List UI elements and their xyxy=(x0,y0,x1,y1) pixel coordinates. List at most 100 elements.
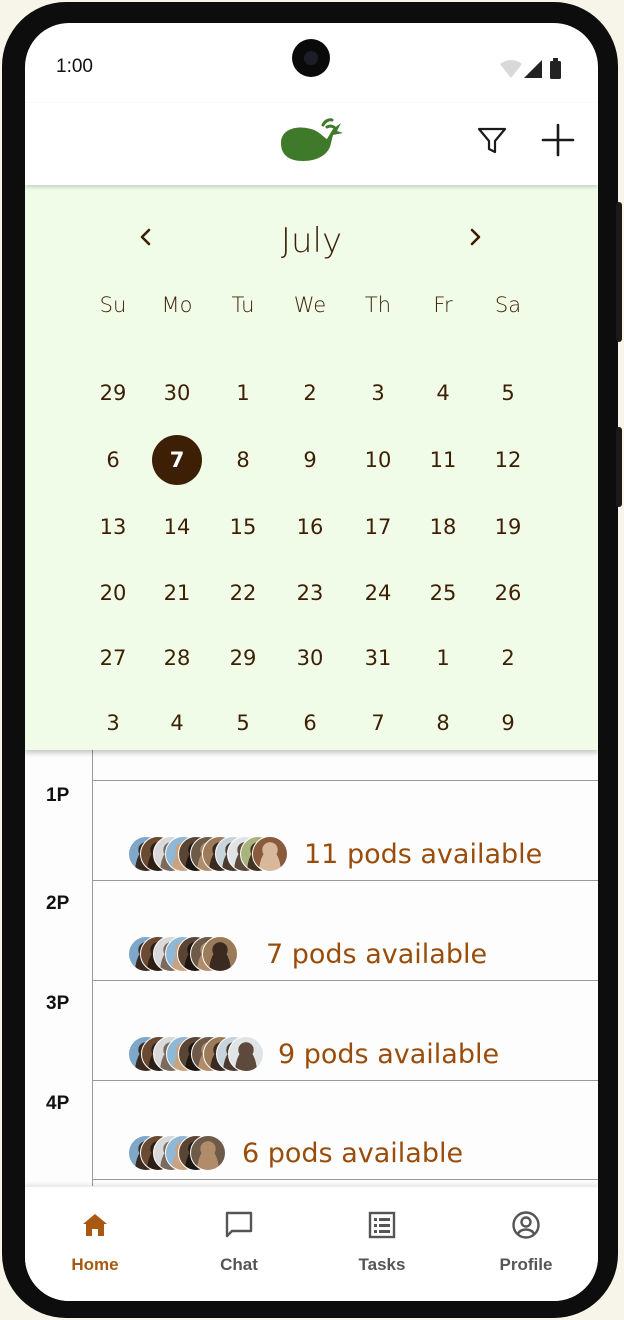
calendar-day[interactable]: 8 xyxy=(218,435,268,485)
calendar-day[interactable]: 5 xyxy=(218,698,268,748)
plus-icon[interactable] xyxy=(539,121,577,159)
next-month-button[interactable] xyxy=(459,221,491,253)
profile-icon xyxy=(512,1211,540,1239)
calendar-day[interactable]: 4 xyxy=(418,368,468,418)
calendar-day[interactable]: 6 xyxy=(88,435,138,485)
bottom-navigation: Home Chat Tasks Profile xyxy=(25,1186,598,1301)
volume-button xyxy=(616,202,622,342)
avatar-stack xyxy=(128,1135,226,1171)
hour-divider xyxy=(92,1179,598,1180)
calendar-day[interactable]: 21 xyxy=(152,568,202,618)
pod-availability-text: 11 pods available xyxy=(304,838,543,870)
pod-slot[interactable]: 7 pods available xyxy=(128,934,487,974)
chat-icon xyxy=(225,1211,253,1238)
calendar-day[interactable]: 3 xyxy=(353,368,403,418)
calendar-day[interactable]: 23 xyxy=(285,568,335,618)
calendar-day[interactable]: 18 xyxy=(418,502,468,552)
calendar-day[interactable]: 12 xyxy=(483,435,533,485)
nav-chat[interactable]: Chat xyxy=(184,1209,294,1275)
calendar-day[interactable]: 16 xyxy=(285,502,335,552)
calendar-day[interactable]: 24 xyxy=(353,568,403,618)
calendar-day[interactable]: 26 xyxy=(483,568,533,618)
calendar-day[interactable]: 27 xyxy=(88,633,138,683)
nav-label: Chat xyxy=(220,1255,258,1274)
hour-divider xyxy=(92,980,598,981)
pod-availability-text: 6 pods available xyxy=(242,1137,464,1169)
nav-label: Profile xyxy=(499,1255,553,1274)
calendar-day[interactable]: 9 xyxy=(285,435,335,485)
calendar-day[interactable]: 5 xyxy=(483,368,533,418)
power-button xyxy=(616,427,622,507)
weekday-label: Fr xyxy=(433,293,453,317)
pod-slot[interactable]: 11 pods available xyxy=(128,834,542,874)
calendar-day[interactable]: 6 xyxy=(285,698,335,748)
calendar-day[interactable]: 4 xyxy=(152,698,202,748)
calendar-day[interactable]: 30 xyxy=(285,633,335,683)
filter-icon[interactable] xyxy=(475,123,509,157)
system-icons xyxy=(500,58,561,79)
calendar-day[interactable]: 30 xyxy=(152,368,202,418)
month-calendar: July Su Mo Tu We Th Fr Sa 29 30 1 2 3 4 5 6 7 8 9 10 11 12 1… xyxy=(25,185,598,750)
calendar-day[interactable]: 11 xyxy=(418,435,468,485)
calendar-day[interactable]: 10 xyxy=(353,435,403,485)
battery-icon xyxy=(550,61,561,79)
calendar-day[interactable]: 31 xyxy=(353,633,403,683)
calendar-day[interactable]: 20 xyxy=(88,568,138,618)
time-axis-line xyxy=(92,750,93,1186)
calendar-day[interactable]: 7 xyxy=(353,698,403,748)
calendar-day[interactable]: 22 xyxy=(218,568,268,618)
tasks-icon xyxy=(368,1211,396,1239)
calendar-day[interactable]: 28 xyxy=(152,633,202,683)
weekday-label: We xyxy=(293,293,327,317)
pod-slot[interactable]: 9 pods available xyxy=(128,1034,499,1074)
calendar-day[interactable]: 25 xyxy=(418,568,468,618)
weekday-label: Su xyxy=(99,293,127,317)
day-schedule: 1P 2P 3P 4P 5P 11 pods available 7 pods … xyxy=(25,750,598,1186)
avatar xyxy=(202,936,238,972)
nav-profile[interactable]: Profile xyxy=(471,1209,581,1275)
chevron-right-icon xyxy=(470,228,481,246)
calendar-day[interactable]: 17 xyxy=(353,502,403,552)
weekday-label: Th xyxy=(364,293,392,317)
calendar-day-selected[interactable]: 7 xyxy=(152,435,202,485)
pod-availability-text: 7 pods available xyxy=(266,938,488,970)
weekday-label: Mo xyxy=(161,293,193,317)
avatar-stack xyxy=(128,836,288,872)
nav-label: Tasks xyxy=(358,1255,406,1274)
calendar-day[interactable]: 8 xyxy=(418,698,468,748)
month-title: July xyxy=(280,221,343,261)
calendar-day[interactable]: 14 xyxy=(152,502,202,552)
weekday-label: Sa xyxy=(494,293,522,317)
avatar-stack xyxy=(128,936,238,972)
nav-tasks[interactable]: Tasks xyxy=(327,1209,437,1275)
home-icon xyxy=(83,1214,107,1236)
calendar-day[interactable]: 29 xyxy=(88,368,138,418)
signal-icon xyxy=(524,60,542,78)
status-bar: 1:00 xyxy=(25,23,598,103)
hour-divider xyxy=(92,780,598,781)
calendar-day[interactable]: 19 xyxy=(483,502,533,552)
calendar-day[interactable]: 13 xyxy=(88,502,138,552)
month-header: July xyxy=(25,215,598,265)
hour-divider xyxy=(92,1080,598,1081)
status-time: 1:00 xyxy=(56,56,93,77)
wifi-icon xyxy=(500,60,522,78)
nav-home[interactable]: Home xyxy=(40,1209,150,1275)
hour-label: 2P xyxy=(46,893,70,914)
calendar-day[interactable]: 1 xyxy=(218,368,268,418)
app-bar xyxy=(25,103,598,185)
hour-label: 4P xyxy=(46,1093,70,1114)
calendar-day[interactable]: 2 xyxy=(483,633,533,683)
pod-slot[interactable]: 6 pods available xyxy=(128,1133,463,1173)
calendar-day[interactable]: 15 xyxy=(218,502,268,552)
calendar-day[interactable]: 3 xyxy=(88,698,138,748)
calendar-day[interactable]: 1 xyxy=(418,633,468,683)
calendar-day[interactable]: 29 xyxy=(218,633,268,683)
nav-label: Home xyxy=(71,1255,119,1274)
front-camera xyxy=(292,39,330,77)
avatar-stack xyxy=(128,1036,264,1072)
calendar-day[interactable]: 2 xyxy=(285,368,335,418)
calendar-day[interactable]: 9 xyxy=(483,698,533,748)
hour-label: 1P xyxy=(46,785,70,806)
weekday-label: Tu xyxy=(231,293,255,317)
